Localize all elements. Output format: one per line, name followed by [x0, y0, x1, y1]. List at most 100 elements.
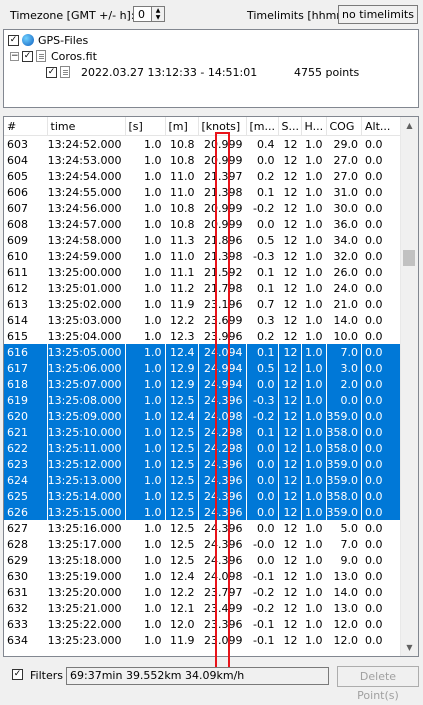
- table-row[interactable]: 620 13:25:09.000 1.0 12.4 24.098 -0.2 12 1.0 359…: [4, 408, 405, 424]
- vertical-scrollbar[interactable]: ▲ ▼: [400, 117, 418, 656]
- tree-item-track[interactable]: ✓ 2022.03.27 13:12:33 - 14:51:01 4755 po…: [46, 64, 416, 80]
- table-row[interactable]: 633 13:25:22.000 1.0 12.0 23.396 -0.1 12 1.0 12.…: [4, 616, 405, 632]
- cell-m: 12.5: [165, 440, 198, 456]
- table-row[interactable]: 628 13:25:17.000 1.0 12.5 24.396 -0.0 12 1.0 7.0…: [4, 536, 405, 552]
- table-row[interactable]: 625 13:25:14.000 1.0 12.5 24.396 0.0 12 1.0 358.…: [4, 488, 405, 504]
- cell-m: 11.3: [170, 233, 195, 247]
- cell-sat: 12: [278, 424, 301, 440]
- scroll-down-icon[interactable]: ▼: [401, 639, 418, 656]
- column-header-hdop[interactable]: H...: [301, 117, 327, 136]
- table-row[interactable]: 619 13:25:08.000 1.0 12.5 24.396 -0.3 12 1.0 0.0…: [4, 392, 405, 408]
- cell-m2: 0.0: [257, 553, 275, 567]
- cell-time: 13:24:55.000: [47, 185, 122, 199]
- table-row[interactable]: 630 13:25:19.000 1.0 12.4 24.098 -0.1 12 1.0 13.…: [4, 568, 405, 584]
- cell-m2: 0.1: [257, 185, 275, 199]
- table-row[interactable]: 610 13:24:59.000 1.0 11.0 21.398 -0.3 12 1.0 32.…: [4, 248, 405, 264]
- cell-n: 617: [4, 360, 47, 376]
- spin-down-icon[interactable]: ▼: [152, 14, 164, 21]
- gps-files-checkbox[interactable]: ✓: [8, 34, 19, 46]
- cell-h: 1.0: [305, 537, 323, 551]
- cell-n: 633: [7, 617, 28, 631]
- table-row[interactable]: 603 13:24:52.000 1.0 10.8 20.999 0.4 12 1.0 29.0…: [4, 136, 405, 153]
- column-header-altitude[interactable]: Alt...: [361, 117, 405, 136]
- cell-s: 1.0: [144, 585, 162, 599]
- column-header-m-delta[interactable]: [m...: [246, 117, 279, 136]
- cell-alt: 0.0: [365, 201, 383, 215]
- tree-item-coros-fit[interactable]: − ✓ Coros.fit: [10, 48, 97, 64]
- table-row[interactable]: 608 13:24:57.000 1.0 10.8 20.999 0.0 12 1.0 36.0…: [4, 216, 405, 232]
- column-header-number[interactable]: #: [4, 117, 48, 136]
- scroll-thumb[interactable]: [403, 250, 415, 266]
- scroll-up-icon[interactable]: ▲: [401, 117, 418, 134]
- cell-alt: 0.0: [365, 633, 383, 647]
- cell-alt: 0.0: [361, 504, 405, 520]
- table-row[interactable]: 624 13:25:13.000 1.0 12.5 24.396 0.0 12 1.0 359.…: [4, 472, 405, 488]
- column-header-time[interactable]: time: [47, 117, 126, 136]
- cell-sat: 12: [283, 169, 298, 183]
- timezone-spinner[interactable]: ▲ ▼: [151, 6, 165, 22]
- timezone-input[interactable]: 0: [133, 6, 153, 22]
- column-header-cog[interactable]: COG: [326, 117, 362, 136]
- table-row[interactable]: 631 13:25:20.000 1.0 12.2 23.797 -0.2 12 1.0 14.…: [4, 584, 405, 600]
- table-row[interactable]: 626 13:25:15.000 1.0 12.5 24.396 0.0 12 1.0 359.…: [4, 504, 405, 520]
- table-row[interactable]: 622 13:25:11.000 1.0 12.5 24.298 0.0 12 1.0 358.…: [4, 440, 405, 456]
- track-checkbox[interactable]: ✓: [46, 66, 57, 78]
- table-row[interactable]: 615 13:25:04.000 1.0 12.3 23.996 0.2 12 1.0 10.0…: [4, 328, 405, 344]
- status-bar: ✓ Filters 69:37min 39.552km 34.09km/h De…: [0, 662, 423, 702]
- table-row[interactable]: 618 13:25:07.000 1.0 12.9 24.994 0.0 12 1.0 2.0 0…: [4, 376, 405, 392]
- table-row[interactable]: 623 13:25:12.000 1.0 12.5 24.396 0.0 12 1.0 359.…: [4, 456, 405, 472]
- cell-alt: 0.0: [365, 521, 383, 535]
- cell-cog: 5.0: [340, 521, 359, 535]
- cell-cog: 21.0: [333, 297, 359, 311]
- cell-s: 1.0: [144, 265, 162, 279]
- cell-s: 1.0: [125, 424, 165, 440]
- table-row[interactable]: 632 13:25:21.000 1.0 12.1 23.499 -0.2 12 1.0 13.…: [4, 600, 405, 616]
- spin-up-icon[interactable]: ▲: [152, 7, 164, 14]
- cell-sat: 12: [283, 521, 298, 535]
- table-row[interactable]: 613 13:25:02.000 1.0 11.9 23.196 0.7 12 1.0 21.0…: [4, 296, 405, 312]
- column-header-seconds[interactable]: [s]: [125, 117, 166, 136]
- cell-n: 610: [7, 249, 28, 263]
- table-row[interactable]: 612 13:25:01.000 1.0 11.2 21.798 0.1 12 1.0 24.0…: [4, 280, 405, 296]
- cell-m: 12.5: [165, 472, 198, 488]
- tree-item-gps-files[interactable]: ✓ GPS-Files: [8, 32, 88, 48]
- cell-n: 603: [7, 137, 28, 151]
- table-row[interactable]: 621 13:25:10.000 1.0 12.5 24.298 0.1 12 1.0 358.…: [4, 424, 405, 440]
- filters-checkbox[interactable]: ✓: [12, 669, 23, 680]
- cell-cog: 2.0: [326, 376, 362, 392]
- cell-m2: -0.2: [253, 601, 275, 615]
- timelimits-button[interactable]: no timelimits: [338, 5, 418, 24]
- column-header-meters[interactable]: [m]: [165, 117, 199, 136]
- cell-cog: 12.0: [333, 617, 359, 631]
- table-row[interactable]: 629 13:25:18.000 1.0 12.5 24.396 0.0 12 1.0 9.0 0…: [4, 552, 405, 568]
- collapse-icon[interactable]: −: [10, 51, 19, 61]
- column-header-satellites[interactable]: S...: [278, 117, 302, 136]
- coros-fit-checkbox[interactable]: ✓: [22, 50, 33, 62]
- cell-alt: 0.0: [365, 185, 383, 199]
- table-row[interactable]: 616 13:25:05.000 1.0 12.4 24.094 0.1 12 1.0 7.0 0…: [4, 344, 405, 360]
- table-row[interactable]: 609 13:24:58.000 1.0 11.3 21.896 0.5 12 1.0 34.0…: [4, 232, 405, 248]
- table-row[interactable]: 606 13:24:55.000 1.0 11.0 21.398 0.1 12 1.0 31.0…: [4, 184, 405, 200]
- cell-h: 1.0: [305, 585, 323, 599]
- cell-m2: -0.2: [253, 201, 275, 215]
- table-row[interactable]: 604 13:24:53.000 1.0 10.8 20.999 0.0 12 1.0 27.0…: [4, 152, 405, 168]
- file-tree[interactable]: ✓ GPS-Files − ✓ Coros.fit ✓ 2022.03.27 1…: [3, 29, 419, 108]
- cell-cog: 32.0: [333, 249, 359, 263]
- table-row[interactable]: 614 13:25:03.000 1.0 12.2 23.699 0.3 12 1.0 14.0…: [4, 312, 405, 328]
- cell-sat: 12: [278, 408, 301, 424]
- table-row[interactable]: 605 13:24:54.000 1.0 11.0 21.397 0.2 12 1.0 27.0…: [4, 168, 405, 184]
- cell-h: 1.0: [305, 153, 323, 167]
- table-row[interactable]: 617 13:25:06.000 1.0 12.9 24.994 0.5 12 1.0 3.0 0…: [4, 360, 405, 376]
- cell-alt: 0.0: [365, 249, 383, 263]
- table-row[interactable]: 607 13:24:56.000 1.0 10.8 20.999 -0.2 12 1.0 30.…: [4, 200, 405, 216]
- cell-m: 12.4: [170, 569, 195, 583]
- table-row[interactable]: 634 13:25:23.000 1.0 11.9 23.099 -0.1 12 1.0 12.…: [4, 632, 405, 648]
- cell-sat: 12: [283, 329, 298, 343]
- table-row[interactable]: 627 13:25:16.000 1.0 12.5 24.396 0.0 12 1.0 5.0 0…: [4, 520, 405, 536]
- table-row[interactable]: 611 13:25:00.000 1.0 11.1 21.592 0.1 12 1.0 26.0…: [4, 264, 405, 280]
- delete-points-button[interactable]: Delete Point(s): [337, 666, 419, 702]
- points-table[interactable]: # time [s] [m] [knots] [m... S... H... C…: [3, 116, 419, 657]
- cell-s: 1.0: [125, 440, 165, 456]
- cell-cog: 36.0: [333, 217, 359, 231]
- cell-n: 621: [4, 424, 47, 440]
